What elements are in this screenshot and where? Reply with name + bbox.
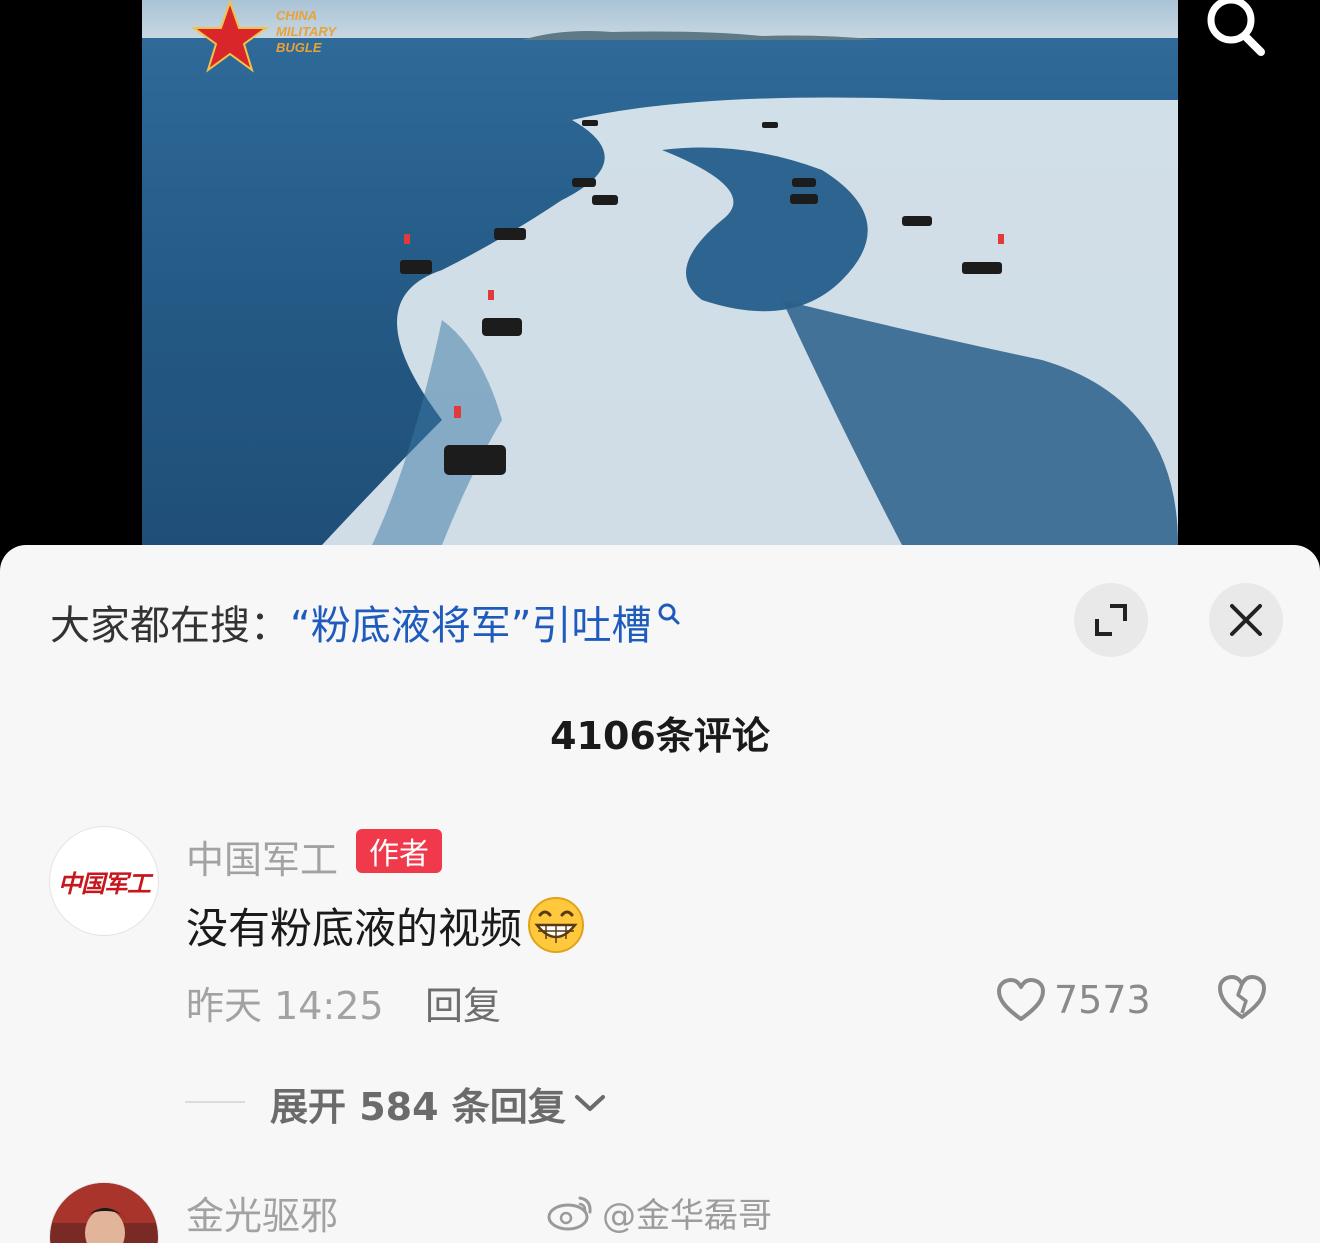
video-frame-sea-image: CHINA MILITARY BUGLE (142, 0, 1178, 545)
author-badge: 作者 (356, 829, 442, 873)
trending-prefix: 大家都在搜： (50, 603, 290, 649)
dislike-button[interactable] (1216, 973, 1268, 1025)
close-button[interactable] (1209, 583, 1283, 657)
comment-body: 没有粉底液的视频 (186, 895, 586, 955)
comment-username[interactable]: 中国军工 (186, 829, 338, 884)
like-count: 7573 (1054, 978, 1151, 1022)
broken-heart-icon (1218, 975, 1266, 1019)
comment-text: 没有粉底液的视频 (186, 903, 523, 953)
avatar[interactable]: 中国军工 (49, 826, 159, 936)
comment-sheet: 大家都在搜： “粉底液将军”引吐槽 4106条评论 中国军工 中国军工 作者 没… (0, 545, 1320, 1243)
trending-search-link[interactable]: 大家都在搜： “粉底液将军”引吐槽 (50, 597, 681, 649)
avatar-photo (50, 1183, 158, 1243)
logo-line-2: MILITARY (276, 24, 338, 39)
comment-username[interactable]: 金光驱邪 (186, 1185, 338, 1240)
watermark-text: @金华磊哥 (602, 1195, 772, 1236)
fullscreen-button[interactable] (1074, 583, 1148, 657)
trending-topic[interactable]: “粉底液将军”引吐槽 (290, 593, 651, 651)
reply-button[interactable]: 回复 (425, 975, 501, 1030)
comment-time: 昨天 14:25 (186, 984, 384, 1028)
avatar[interactable] (49, 1182, 159, 1243)
like-button[interactable]: 7573 (996, 975, 1151, 1025)
comment-count-title: 4106条评论 (550, 714, 770, 758)
logo-line-1: CHINA (276, 8, 317, 23)
small-search-icon (658, 603, 680, 625)
logo-line-3: BUGLE (276, 40, 322, 55)
avatar-logo-text: 中国军工 (58, 868, 151, 898)
expand-replies-button[interactable]: 展开 584 条回复 (270, 1078, 606, 1129)
watermark: @金华磊哥 (546, 1188, 772, 1236)
video-player[interactable]: CHINA MILITARY BUGLE (142, 0, 1178, 545)
chevron-down-icon (574, 1095, 605, 1111)
search-icon (1207, 0, 1265, 56)
expand-replies-label: 展开 584 条回复 (270, 1084, 566, 1129)
app-root: CHINA MILITARY BUGLE 大家都在搜： “粉底液将军”引吐槽 4… (0, 0, 1320, 1243)
video-search-button[interactable] (1196, 0, 1272, 62)
replies-divider (185, 1101, 245, 1103)
grinning-face-emoji (528, 897, 585, 953)
expand-icon (1095, 604, 1127, 636)
heart-icon (997, 978, 1045, 1021)
weibo-logo-icon (547, 1196, 592, 1231)
close-icon (1230, 604, 1262, 636)
